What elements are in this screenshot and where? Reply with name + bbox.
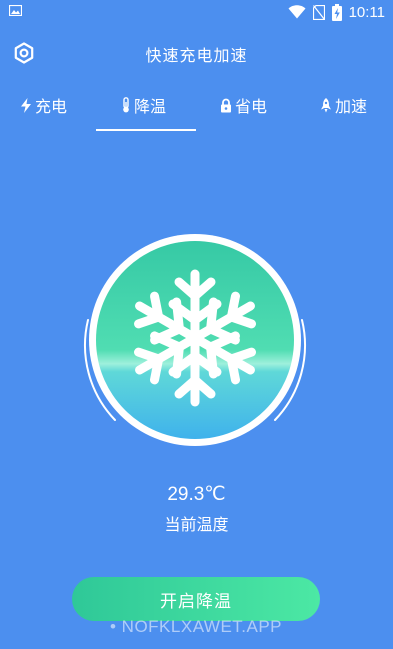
- tab-bar: 充电 降温 省电 加速: [0, 88, 393, 136]
- battery-charging-icon: [331, 3, 342, 21]
- status-time: 10:11: [348, 3, 385, 21]
- lock-icon: [221, 98, 231, 112]
- temperature-value: 29.3℃: [167, 484, 226, 505]
- lightning-icon: [21, 97, 31, 113]
- start-cooling-button[interactable]: 开启降温: [72, 577, 320, 621]
- tab-save-label: 省电: [235, 97, 268, 116]
- watermark: • NOFKLXAWET.APP: [110, 617, 283, 636]
- rocket-icon: [321, 97, 331, 112]
- tab-boost-label: 加速: [335, 97, 368, 116]
- image-icon: [9, 5, 22, 16]
- tab-cool-label: 降温: [134, 97, 167, 116]
- temperature-label: 当前温度: [164, 515, 229, 534]
- active-tab-indicator: [96, 129, 196, 131]
- tab-cool[interactable]: 降温: [121, 88, 166, 122]
- thermometer-icon: [123, 97, 129, 113]
- no-sim-icon: [312, 4, 325, 20]
- wifi-icon: [288, 5, 306, 19]
- status-icons: 10:11: [288, 3, 385, 21]
- tab-charge[interactable]: 充电: [20, 88, 67, 122]
- cooling-graphic: [83, 234, 307, 446]
- app-header: 快速充电加速: [0, 30, 393, 74]
- page-title: 快速充电加速: [145, 46, 248, 65]
- status-bar: 10:11: [0, 0, 393, 24]
- tab-save[interactable]: 省电: [220, 88, 267, 122]
- tab-charge-label: 充电: [35, 97, 68, 116]
- tab-boost[interactable]: 加速: [320, 88, 367, 122]
